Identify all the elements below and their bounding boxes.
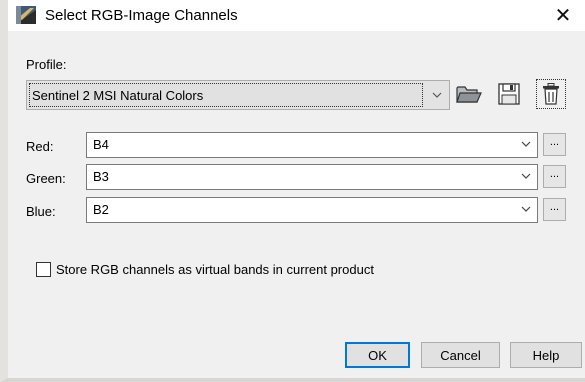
cancel-button[interactable]: Cancel bbox=[421, 342, 500, 368]
store-virtual-bands-label: Store RGB channels as virtual bands in c… bbox=[56, 262, 374, 277]
floppy-save-icon[interactable] bbox=[494, 79, 524, 109]
red-expression-button[interactable]: ... bbox=[543, 133, 566, 156]
red-channel-value: B4 bbox=[93, 137, 109, 152]
blue-channel-value: B2 bbox=[93, 202, 109, 217]
blue-label: Blue: bbox=[26, 204, 56, 219]
close-button[interactable]: ✕ bbox=[541, 0, 585, 31]
snap-app-icon bbox=[16, 6, 36, 24]
profile-label: Profile: bbox=[26, 57, 67, 72]
profile-dropdown[interactable]: Sentinel 2 MSI Natural Colors bbox=[26, 80, 450, 110]
green-expression-button[interactable]: ... bbox=[543, 165, 566, 188]
chevron-down-icon bbox=[521, 203, 531, 215]
ok-button[interactable]: OK bbox=[345, 342, 410, 368]
rgb-channels-dialog: Select RGB-Image Channels ✕ Profile: Sen… bbox=[0, 0, 585, 382]
chevron-down-icon bbox=[521, 170, 531, 182]
trash-icon[interactable] bbox=[536, 79, 566, 109]
profile-selected-value: Sentinel 2 MSI Natural Colors bbox=[29, 83, 423, 107]
green-channel-combo[interactable]: B3 bbox=[86, 164, 538, 190]
title-bar: Select RGB-Image Channels ✕ bbox=[8, 0, 585, 31]
blue-expression-button[interactable]: ... bbox=[543, 198, 566, 221]
red-label: Red: bbox=[26, 139, 54, 154]
green-label: Green: bbox=[26, 171, 66, 186]
chevron-down-icon bbox=[521, 138, 531, 150]
folder-open-icon[interactable] bbox=[454, 79, 484, 109]
help-button[interactable]: Help bbox=[510, 342, 582, 368]
window-title: Select RGB-Image Channels bbox=[45, 7, 238, 24]
red-channel-combo[interactable]: B4 bbox=[86, 132, 538, 158]
store-virtual-bands-checkbox[interactable] bbox=[36, 262, 51, 277]
chevron-down-icon bbox=[425, 81, 449, 109]
green-channel-value: B3 bbox=[93, 169, 109, 184]
blue-channel-combo[interactable]: B2 bbox=[86, 197, 538, 223]
